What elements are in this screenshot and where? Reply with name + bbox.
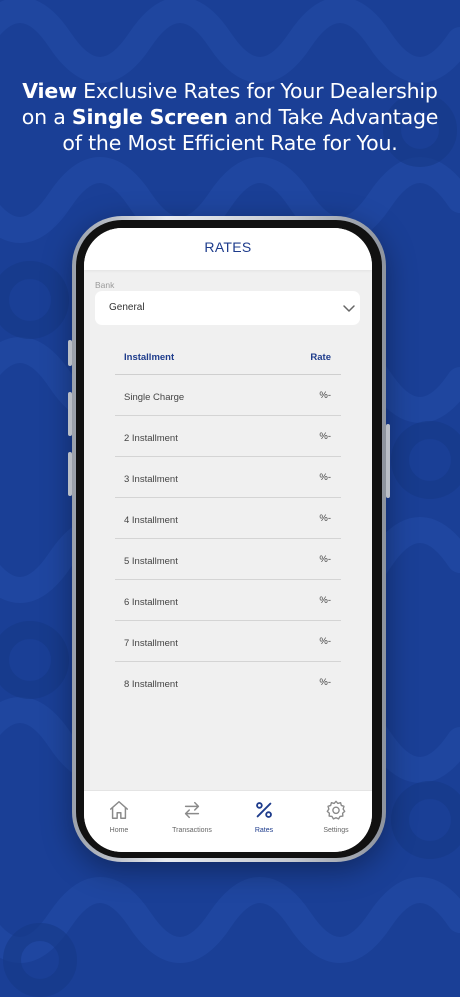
phone-screen: RATES Bank General Installment Rate Sing… [84,228,372,852]
bottom-tab-bar: Home Transactions Rates Settings [84,790,372,852]
tab-home-label: Home [109,827,129,834]
tab-settings[interactable]: Settings [306,799,366,834]
headline-line3: of the Most Efficient Rate for You. [62,131,398,155]
installment-name: 7 Installment [124,638,178,649]
tab-home[interactable]: Home [89,799,149,834]
rate-value: %- [319,472,331,483]
installment-name: 3 Installment [124,474,178,485]
marketing-headline: View Exclusive Rates for Your Dealership… [0,78,460,156]
table-row: 7 Installment %- [115,621,341,662]
column-header-rate: Rate [310,352,331,363]
bank-select[interactable]: General [95,291,360,325]
rate-value: %- [319,595,331,606]
transfer-icon [184,801,200,819]
gear-icon [326,800,346,820]
bank-label: Bank [95,280,115,290]
installment-name: 4 Installment [124,515,178,526]
headline-line2-post: and Take Advantage [227,105,439,129]
app-header: RATES [84,228,372,270]
installment-name: 5 Installment [124,556,178,567]
phone-volume-down-button [68,452,72,496]
headline-line2-pre: on a [21,105,72,129]
tab-settings-label: Settings [323,827,349,834]
home-icon [110,801,128,819]
table-row: 6 Installment %- [115,580,341,621]
installment-name: 6 Installment [124,597,178,608]
table-row: 3 Installment %- [115,457,341,498]
phone-silent-switch [68,340,72,366]
rate-value: %- [319,677,331,688]
headline-line1: Exclusive Rates for Your Dealership [76,79,438,103]
column-header-installment: Installment [124,352,175,363]
phone-power-button [386,424,390,498]
bank-select-value: General [109,302,145,313]
rate-value: %- [319,636,331,647]
rate-value: %- [319,513,331,524]
tab-transactions-label: Transactions [172,827,212,834]
headline-bold-view: View [22,79,77,103]
rate-value: %- [319,390,331,401]
installment-name: Single Charge [124,392,185,403]
tab-rates-label: Rates [254,827,274,834]
rate-value: %- [319,554,331,565]
phone-volume-up-button [68,392,72,436]
table-row: 5 Installment %- [115,539,341,580]
rate-value: %- [319,431,331,442]
installment-name: 2 Installment [124,433,178,444]
table-row: Single Charge %- [115,375,341,416]
installment-name: 8 Installment [124,679,178,690]
table-row: 4 Installment %- [115,498,341,539]
table-header: Installment Rate [115,346,341,375]
headline-bold-single-screen: Single Screen [71,105,228,129]
percent-icon [256,802,272,818]
chevron-down-icon [343,305,355,312]
tab-transactions[interactable]: Transactions [162,799,222,834]
table-row: 2 Installment %- [115,416,341,457]
tab-rates[interactable]: Rates [234,799,294,834]
table-row: 8 Installment %- [115,662,341,702]
rates-table: Installment Rate Single Charge %- 2 Inst… [115,346,341,702]
page-title: RATES [204,239,252,255]
